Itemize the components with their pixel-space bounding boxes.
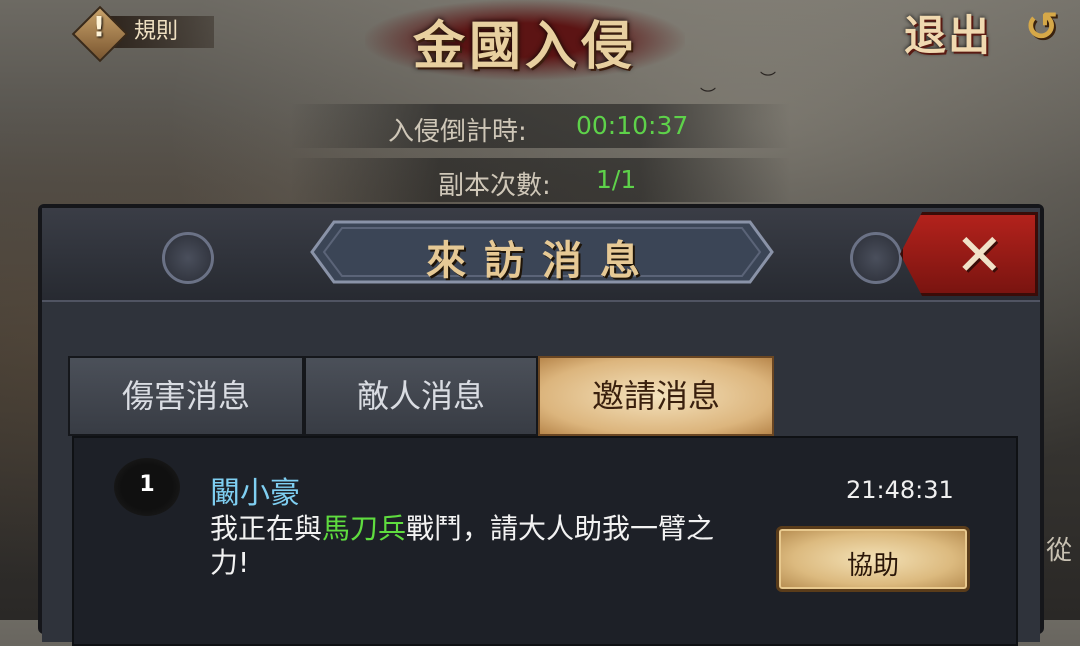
rules-button[interactable]: 規則 ! (71, 5, 217, 63)
message-text: 我正在與馬刀兵戰鬥，請大人助我一臂之力! (210, 512, 750, 580)
event-title: 金國入侵 (412, 16, 637, 77)
tab-enemy-messages[interactable]: 敵人消息 (304, 356, 538, 436)
attempts-value: 1/1 (596, 165, 637, 194)
rank-number: 1 (139, 472, 155, 497)
message-time: 21:48:31 (846, 476, 954, 504)
tab-damage-messages[interactable]: 傷害消息 (68, 356, 304, 436)
sender-name: 闞小豪 (210, 476, 300, 511)
message-text-before: 我正在與 (210, 512, 323, 545)
tab-invite-messages[interactable]: 邀請消息 (538, 356, 774, 436)
assist-button[interactable]: 協助 (776, 526, 970, 592)
right-ornament-icon (850, 232, 902, 284)
rank-badge: 1 (114, 458, 180, 516)
left-ornament-icon (162, 232, 214, 284)
event-title-banner: 金國入侵 (365, 0, 685, 80)
enemy-unit-name: 馬刀兵 (322, 512, 407, 545)
countdown-label: 入侵倒計時: (388, 117, 527, 147)
message-list: 1 闞小豪 21:48:31 我正在與馬刀兵戰鬥，請大人助我一臂之力! 協助 (72, 436, 1018, 646)
countdown-row: 入侵倒計時: 00:10:37 (290, 104, 790, 148)
bird-icon: ︶ (760, 70, 777, 89)
exit-button[interactable]: 退出 ↺ (900, 0, 1070, 60)
exclamation-icon: ! (92, 10, 106, 43)
assist-label: 協助 (846, 551, 899, 581)
exit-label: 退出 (904, 11, 993, 60)
countdown-value: 00:10:37 (576, 111, 689, 140)
return-arrow-icon: ↺ (1025, 4, 1059, 50)
close-x-icon: ✕ (955, 221, 1004, 289)
bird-icon: ︶ (700, 86, 717, 105)
close-button[interactable]: ✕ (900, 212, 1038, 296)
dialog-title: 來訪消息 (426, 237, 658, 284)
dialog-title-plate: 來訪消息 (310, 220, 774, 284)
attempts-label: 副本次數: (438, 171, 551, 201)
dialog-header: 來訪消息 ✕ (42, 208, 1040, 302)
attempts-row: 副本次數: 1/1 (290, 158, 790, 202)
visit-messages-dialog: 來訪消息 ✕ 傷害消息 敵人消息 邀請消息 1 闞小豪 21:48:31 我正在… (38, 204, 1044, 646)
